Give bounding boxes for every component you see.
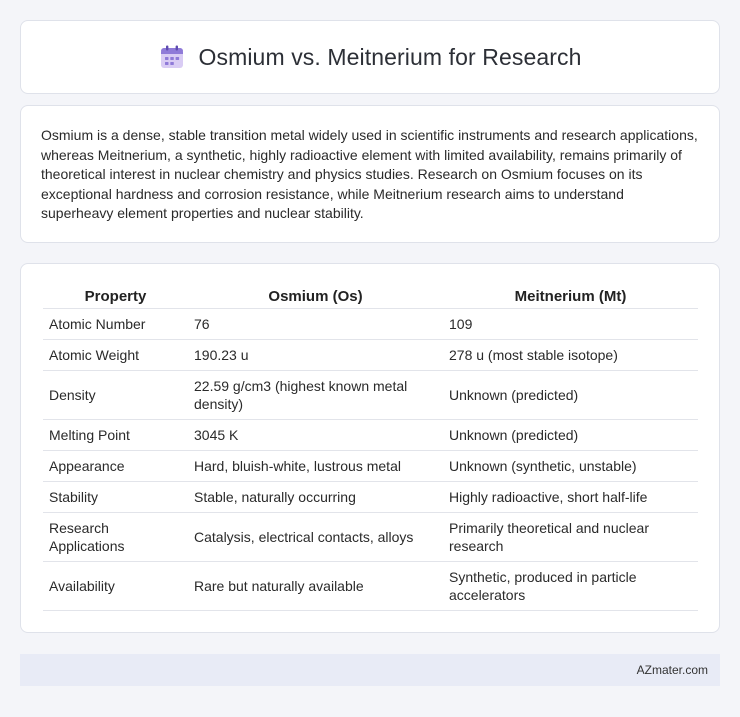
meitnerium-cell: Unknown (synthetic, unstable) xyxy=(443,450,698,482)
table-row: Availability Rare but naturally availabl… xyxy=(43,561,698,611)
property-cell: Density xyxy=(43,370,188,420)
table-row: Melting Point 3045 K Unknown (predicted) xyxy=(43,419,698,451)
description-text: Osmium is a dense, stable transition met… xyxy=(41,127,698,222)
property-cell: Research Applications xyxy=(43,512,188,562)
meitnerium-cell: Primarily theoretical and nuclear resear… xyxy=(443,512,698,562)
comparison-table: Property Osmium (Os) Meitnerium (Mt) Ato… xyxy=(43,284,698,611)
description-card: Osmium is a dense, stable transition met… xyxy=(20,105,720,243)
meitnerium-cell: Unknown (predicted) xyxy=(443,370,698,420)
property-cell: Availability xyxy=(43,561,188,611)
osmium-cell: Rare but naturally available xyxy=(188,561,443,611)
header-meitnerium: Meitnerium (Mt) xyxy=(443,284,698,309)
meitnerium-cell: Highly radioactive, short half-life xyxy=(443,481,698,513)
property-cell: Atomic Number xyxy=(43,308,188,340)
osmium-cell: 190.23 u xyxy=(188,339,443,371)
meitnerium-cell: Synthetic, produced in particle accelera… xyxy=(443,561,698,611)
property-cell: Atomic Weight xyxy=(43,339,188,371)
table-row: Appearance Hard, bluish-white, lustrous … xyxy=(43,450,698,482)
header-osmium: Osmium (Os) xyxy=(188,284,443,309)
meitnerium-cell: Unknown (predicted) xyxy=(443,419,698,451)
osmium-cell: Hard, bluish-white, lustrous metal xyxy=(188,450,443,482)
osmium-cell: 76 xyxy=(188,308,443,340)
calendar-icon xyxy=(159,44,185,70)
property-cell: Appearance xyxy=(43,450,188,482)
title-card: Osmium vs. Meitnerium for Research xyxy=(20,20,720,94)
footer-brand: AZmater.com xyxy=(636,663,708,677)
property-cell: Stability xyxy=(43,481,188,513)
osmium-cell: Catalysis, electrical contacts, alloys xyxy=(188,512,443,562)
osmium-cell: Stable, naturally occurring xyxy=(188,481,443,513)
comparison-card: Property Osmium (Os) Meitnerium (Mt) Ato… xyxy=(20,263,720,633)
osmium-cell: 3045 K xyxy=(188,419,443,451)
header-property: Property xyxy=(43,284,188,309)
meitnerium-cell: 109 xyxy=(443,308,698,340)
table-row: Atomic Number 76 109 xyxy=(43,308,698,340)
footer: AZmater.com xyxy=(20,654,720,686)
property-cell: Melting Point xyxy=(43,419,188,451)
table-row: Stability Stable, naturally occurring Hi… xyxy=(43,481,698,513)
table-row: Atomic Weight 190.23 u 278 u (most stabl… xyxy=(43,339,698,371)
osmium-cell: 22.59 g/cm3 (highest known metal density… xyxy=(188,370,443,420)
table-row: Research Applications Catalysis, electri… xyxy=(43,512,698,562)
table-row: Density 22.59 g/cm3 (highest known metal… xyxy=(43,370,698,420)
meitnerium-cell: 278 u (most stable isotope) xyxy=(443,339,698,371)
table-header-row: Property Osmium (Os) Meitnerium (Mt) xyxy=(43,284,698,309)
page-title: Osmium vs. Meitnerium for Research xyxy=(198,43,582,70)
